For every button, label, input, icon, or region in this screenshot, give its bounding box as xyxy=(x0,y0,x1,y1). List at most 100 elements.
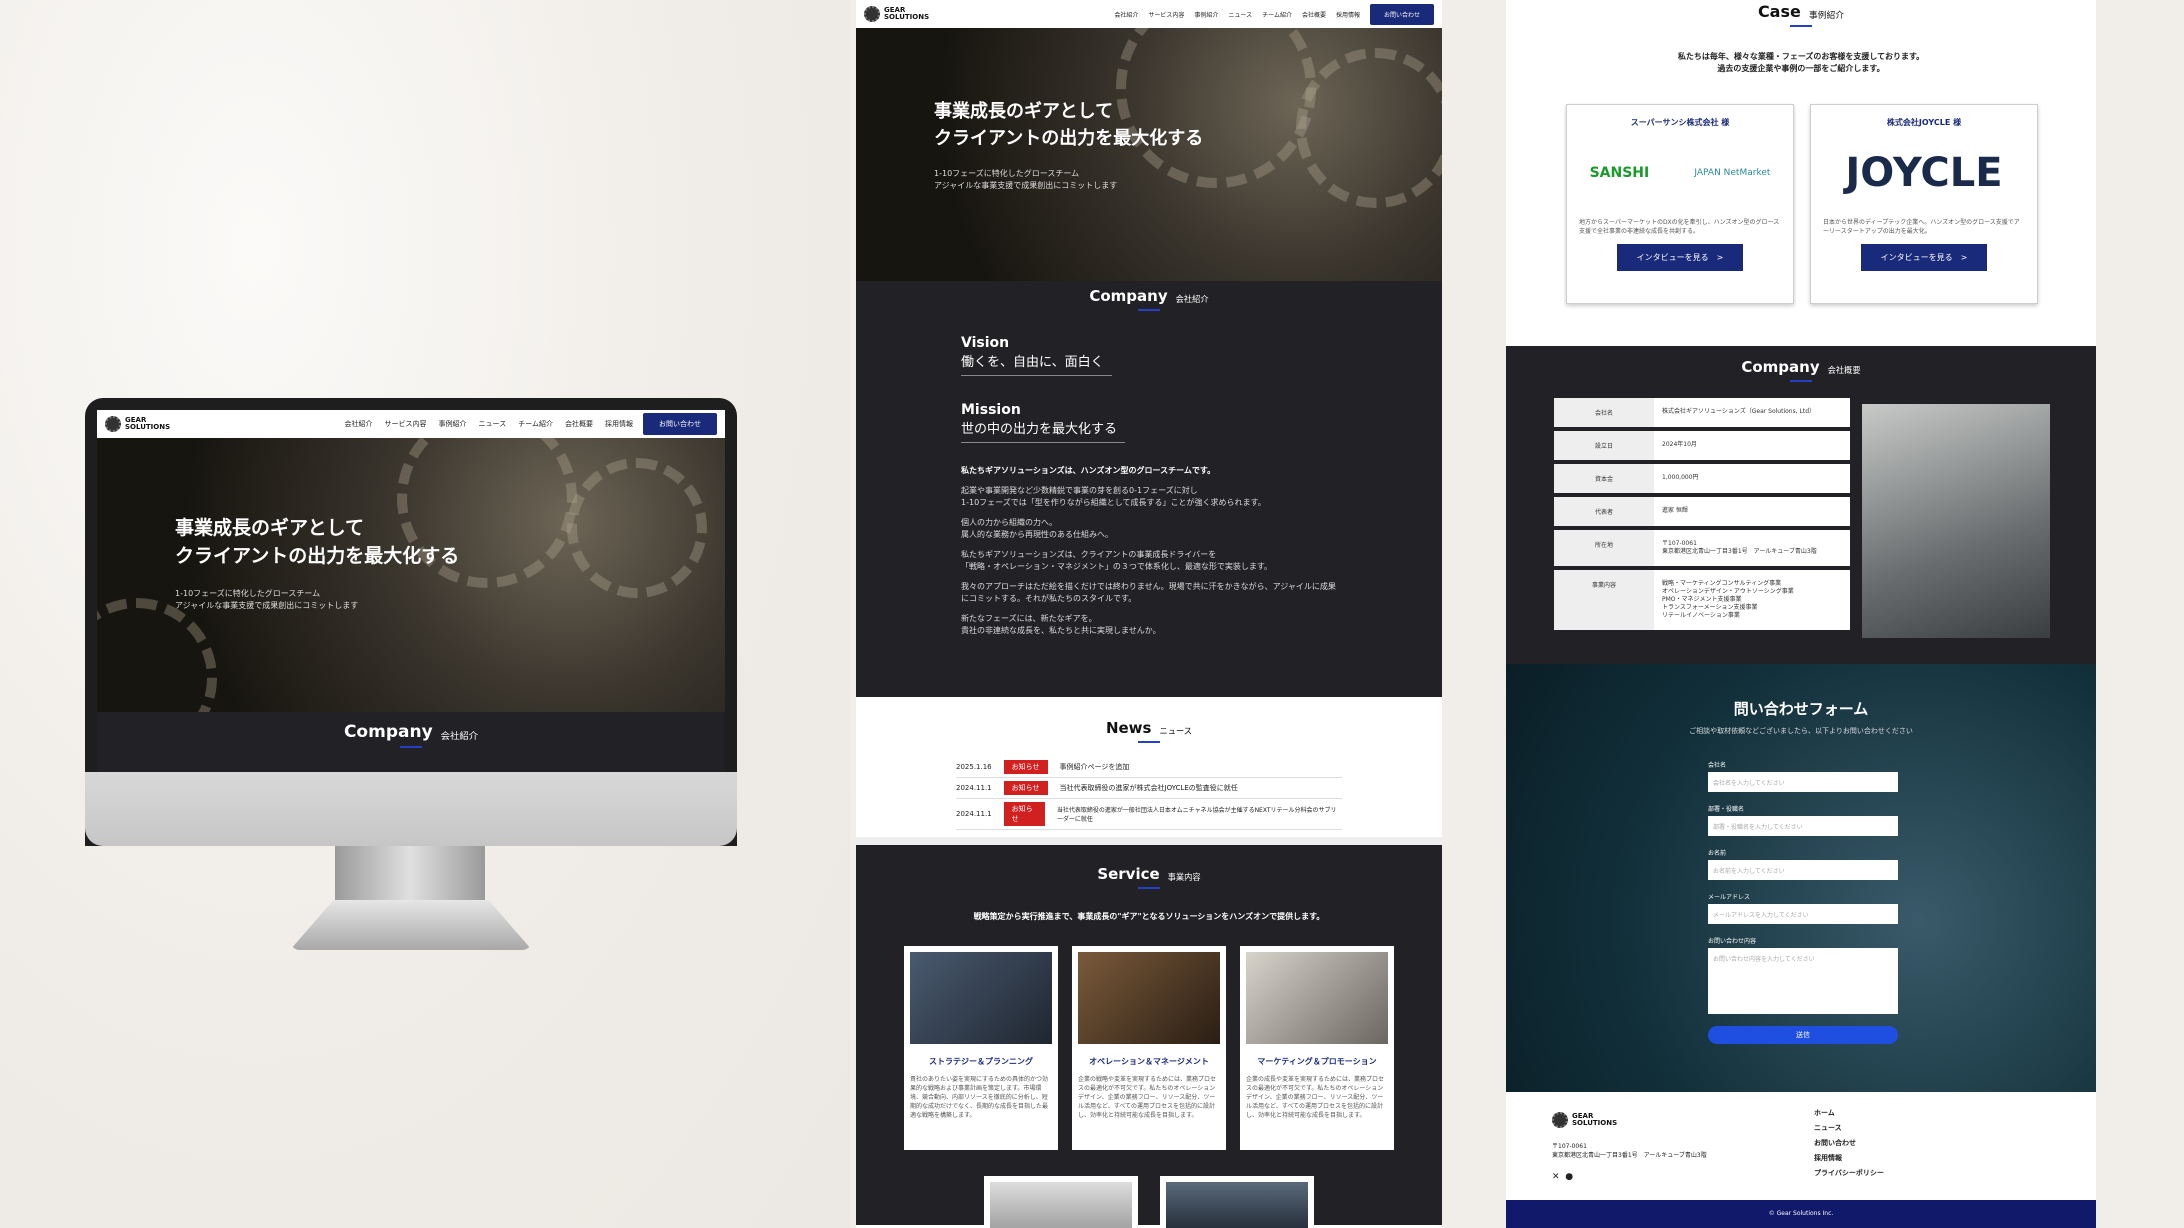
table-row: 設立日 2024年10月 xyxy=(1554,431,1850,460)
news-item[interactable]: 2024.11.1 お知らせ 当社代表取締役の進家が一般社団法人日本オムニチャネル協… xyxy=(956,799,1342,830)
nav-item-service[interactable]: サービス内容 xyxy=(385,419,427,429)
copyright-bar: © Gear Solutions Inc. xyxy=(1506,1200,2096,1228)
nav-item-company[interactable]: 会社紹介 xyxy=(345,419,373,429)
case-card[interactable]: 株式会社JOYCLE 様 JOYCLE 日本から世界のディープテック企業へ。ハン… xyxy=(1810,104,2038,304)
logo[interactable]: GEAR SOLUTIONS xyxy=(864,6,929,22)
monitor-stand xyxy=(335,846,485,906)
monitor-chin xyxy=(85,772,737,846)
company-profile-section: Company 会社概要 会社名 株式会社ギアソリューションズ（Gear Solut… xyxy=(1506,346,2096,664)
hero-subtitle: 1-10フェーズに特化したグロースチーム アジャイルな事業支援で成果創出にコミット… xyxy=(934,169,1118,190)
section-title: Company 会社概要 xyxy=(1741,358,1861,376)
interview-button[interactable]: インタビューを見る > xyxy=(1860,244,1988,271)
gear-logo-icon xyxy=(864,6,880,22)
gear-decoration xyxy=(1296,48,1442,208)
nav-item-case[interactable]: 事例紹介 xyxy=(1194,10,1218,19)
footer: GEAR SOLUTIONS 〒107-0061 東京都港区北青山一丁目3番1号 ア… xyxy=(1506,1092,2096,1200)
nav-item-team[interactable]: チーム紹介 xyxy=(518,419,553,429)
table-row: 代表者 進家 恒輝 xyxy=(1554,497,1850,526)
monitor-screen: GEAR SOLUTIONS 会社紹介 サービス内容 事例紹介 ニュース チーム紹… xyxy=(97,410,725,772)
nav-links: 会社紹介 サービス内容 事例紹介 ニュース チーム紹介 会社概要 採用情報 xyxy=(1114,10,1360,19)
hero-section: 事業成長のギアとして クライアントの出力を最大化する 1-10フェーズに特化したグ… xyxy=(856,28,1442,281)
news-item[interactable]: 2024.11.1 お知らせ 当社代表取締役の進家が株式会社JOYCLEの監査役に就… xyxy=(956,778,1342,799)
section-title: News ニュース xyxy=(1105,719,1193,737)
joycle-logo: JOYCLE xyxy=(1845,150,2003,196)
nav-item-case[interactable]: 事例紹介 xyxy=(439,419,467,429)
submit-button[interactable]: 送信 xyxy=(1708,1026,1898,1044)
company-field: 会社名 会社名を入力してください xyxy=(1708,760,1898,792)
building-photo xyxy=(1862,404,2050,638)
name-field: お名前 お名前を入力してください xyxy=(1708,848,1898,880)
page-preview-top: GEAR SOLUTIONS 会社紹介 サービス内容 事例紹介 ニュース チーム紹… xyxy=(856,0,1442,1228)
nav-item-profile[interactable]: 会社概要 xyxy=(1302,10,1326,19)
footer-link-home[interactable]: ホーム xyxy=(1814,1106,1884,1121)
footer-link-news[interactable]: ニュース xyxy=(1814,1121,1884,1136)
gear-logo-icon xyxy=(105,416,121,432)
nav-links: 会社紹介 サービス内容 事例紹介 ニュース チーム紹介 会社概要 採用情報 xyxy=(345,419,633,429)
footer-address: 〒107-0061 東京都港区北青山一丁目3番1号 アールキューブ青山3階 xyxy=(1552,1143,1707,1159)
facebook-icon[interactable]: ● xyxy=(1565,1172,1573,1182)
company-section: Company 会社紹介 xyxy=(97,712,725,772)
logo[interactable]: GEAR SOLUTIONS xyxy=(1552,1112,1617,1128)
service-card[interactable] xyxy=(1160,1176,1314,1228)
nav-item-team[interactable]: チーム紹介 xyxy=(1262,10,1292,19)
service-card[interactable]: オペレーション＆マネージメント 企業の戦略や変革を実現するためには、業務プロセスの… xyxy=(1072,946,1226,1150)
news-item[interactable]: 2025.1.16 お知らせ 事例紹介ページを追加 xyxy=(956,757,1342,778)
nav-item-recruit[interactable]: 採用情報 xyxy=(1336,10,1360,19)
section-title: Case 事例紹介 xyxy=(1757,2,1845,21)
laptop-photo xyxy=(910,952,1052,1044)
section-title: Company 会社紹介 xyxy=(1089,287,1209,305)
nav-bar: GEAR SOLUTIONS 会社紹介 サービス内容 事例紹介 ニュース チーム紹… xyxy=(856,0,1442,28)
table-row: 資本金 1,000,000円 xyxy=(1554,464,1850,493)
company-body: 私たちギアソリューションズは、ハンズオン型のグロースチームです。 起業や事業開発… xyxy=(961,466,1336,635)
social-icons: ✕ ● xyxy=(1552,1172,1573,1182)
table-row: 会社名 株式会社ギアソリューションズ（Gear Solutions, Ltd） xyxy=(1554,398,1850,427)
service-cards: ストラテジー＆プランニング 貴社のありたい姿を実現にするための具体的かつ効果的な戦… xyxy=(856,946,1442,1150)
page-preview-bottom: Case 事例紹介 私たちは毎年、様々な業種・フェーズのお客様を支援しております。… xyxy=(1506,0,2096,1228)
footer-link-privacy[interactable]: プライバシーポリシー xyxy=(1814,1166,1884,1181)
email-field: メールアドレス メールアドレスを入力してください xyxy=(1708,892,1898,924)
interview-button[interactable]: インタビューを見る > xyxy=(1616,244,1744,271)
department-field: 部署・役職名 部署・役職名を入力してください xyxy=(1708,804,1898,836)
footer-link-recruit[interactable]: 採用情報 xyxy=(1814,1151,1884,1166)
hero-title: 事業成長のギアとして クライアントの出力を最大化する xyxy=(175,517,460,567)
gear-logo-icon xyxy=(1552,1112,1568,1128)
hero-section: 事業成長のギアとして クライアントの出力を最大化する 1-10フェーズに特化したグ… xyxy=(97,438,725,712)
contact-button[interactable]: お問い合わせ xyxy=(643,413,717,435)
contact-section: 問い合わせフォーム ご相談や取材依頼などございましたら、以下よりお問い合わせくだ… xyxy=(1506,664,2096,1092)
jnm-logo: JAPAN NetMarket xyxy=(1694,168,1771,178)
case-section: Case 事例紹介 私たちは毎年、様々な業種・フェーズのお客様を支援しております。… xyxy=(1506,0,2096,346)
nav-item-recruit[interactable]: 採用情報 xyxy=(605,419,633,429)
nav-item-news[interactable]: ニュース xyxy=(1228,10,1252,19)
contact-title: 問い合わせフォーム xyxy=(1733,700,1869,718)
nav-bar: GEAR SOLUTIONS 会社紹介 サービス内容 事例紹介 ニュース チーム紹… xyxy=(97,410,725,438)
message-field: お問い合わせ内容 お問い合わせ内容を入力してください xyxy=(1708,936,1898,1014)
service-card[interactable] xyxy=(984,1176,1138,1228)
contact-lead: ご相談や取材依頼などございましたら、以下よりお問い合わせください xyxy=(1689,727,1913,735)
nav-item-profile[interactable]: 会社概要 xyxy=(565,419,593,429)
table-row: 事業内容 戦略・マーケティングコンサルティング事業 オペレーションデザイン・アウト… xyxy=(1554,570,1850,630)
sanshi-logo: SANSHI xyxy=(1589,165,1650,181)
footer-links: ホーム ニュース お問い合わせ 採用情報 プライバシーポリシー xyxy=(1814,1106,1884,1181)
section-title: Service 事業内容 xyxy=(1097,865,1201,883)
footer-link-contact[interactable]: お問い合わせ xyxy=(1814,1136,1884,1151)
service-card[interactable]: ストラテジー＆プランニング 貴社のありたい姿を実現にするための具体的かつ効果的な戦… xyxy=(904,946,1058,1150)
section-title: Company 会社紹介 xyxy=(343,722,479,742)
case-card[interactable]: スーパーサンシ株式会社 様 SANSHI JAPAN NetMarket 地方か… xyxy=(1566,104,1794,304)
team-photo xyxy=(1246,952,1388,1044)
nav-item-news[interactable]: ニュース xyxy=(479,419,507,429)
case-lead: 私たちは毎年、様々な業種・フェーズのお客様を支援しております。 過去の支援企業や事… xyxy=(1677,52,1925,73)
nav-item-service[interactable]: サービス内容 xyxy=(1148,10,1184,19)
company-section: Company 会社紹介 Vision 働くを、自由に、面白く Mission 世… xyxy=(856,281,1442,697)
logo[interactable]: GEAR SOLUTIONS xyxy=(105,416,170,432)
hero-subtitle: 1-10フェーズに特化したグロースチーム アジャイルな事業支援で成果創出にコミット… xyxy=(175,589,359,610)
meeting-photo xyxy=(1078,952,1220,1044)
contact-button[interactable]: お問い合わせ xyxy=(1369,3,1434,25)
company-table: 会社名 株式会社ギアソリューションズ（Gear Solutions, Ltd） 設… xyxy=(1554,398,1850,634)
gear-decoration xyxy=(567,458,707,598)
service-lead: 戦略策定から実行推進まで、事業成長の"ギア"となるソリューションをハンズオンで提… xyxy=(973,912,1325,921)
x-icon[interactable]: ✕ xyxy=(1552,1172,1560,1182)
service-card[interactable]: マーケティング＆プロモーション 企業の成長や変革を実現するためには、業務プロセスの… xyxy=(1240,946,1394,1150)
vision-block: Vision 働くを、自由に、面白く Mission 世の中の出力を最大化する xyxy=(856,335,1442,443)
nav-item-company[interactable]: 会社紹介 xyxy=(1114,10,1138,19)
hero-title: 事業成長のギアとして クライアントの出力を最大化する xyxy=(934,101,1204,149)
